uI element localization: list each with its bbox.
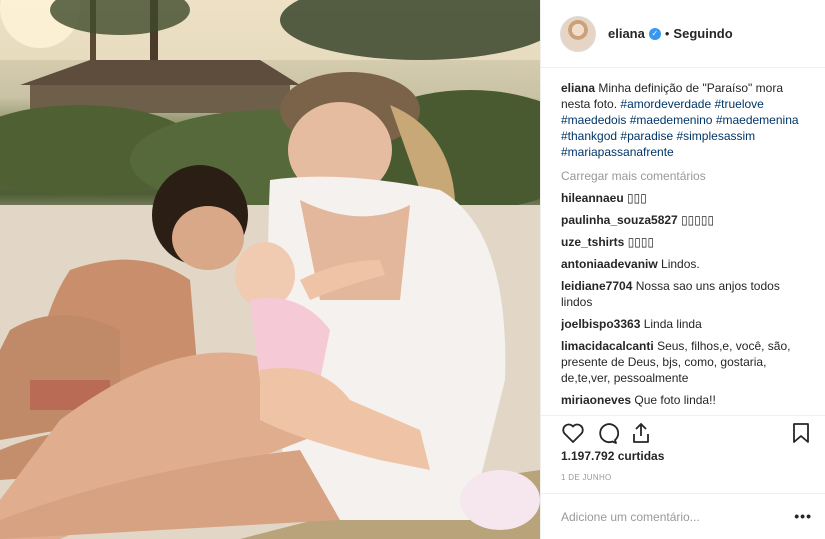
comment-item: leidiane7704 Nossa sao uns anjos todos l…	[561, 278, 811, 310]
hashtag-link[interactable]: #maededois	[561, 113, 626, 127]
comment-item: uze_tshirts ▯▯▯▯	[561, 234, 811, 250]
comment-username[interactable]: paulinha_souza5827	[561, 213, 678, 227]
post-sidebar: eliana ✓ • Seguindo eliana Minha definiç…	[540, 0, 825, 539]
likes-count[interactable]: 1.197.792 curtidas	[561, 449, 664, 463]
comment-text: Linda linda	[643, 317, 702, 331]
comment-text: ▯▯▯▯▯	[681, 213, 715, 227]
more-options-button[interactable]: •••	[794, 508, 812, 524]
heart-icon[interactable]	[561, 421, 585, 445]
instagram-post: eliana ✓ • Seguindo eliana Minha definiç…	[0, 0, 825, 539]
post-date: 1 DE JUNHO	[561, 473, 612, 482]
comment-item: paulinha_souza5827 ▯▯▯▯▯	[561, 212, 811, 228]
comment-input[interactable]	[561, 509, 771, 524]
hashtag-link[interactable]: #amordeverdade	[620, 97, 711, 111]
post-photo[interactable]	[0, 0, 540, 539]
hashtag-link[interactable]: #maedemenina	[716, 113, 799, 127]
add-comment-bar: •••	[541, 493, 825, 539]
comment-username[interactable]: limacidacalcanti	[561, 339, 654, 353]
hashtag-link[interactable]: #paradise	[620, 129, 673, 143]
comment-username[interactable]: hileannaeu	[561, 191, 624, 205]
hashtag-link[interactable]: #thankgod	[561, 129, 617, 143]
comment-item: joelbispo3363 Linda linda	[561, 316, 811, 332]
share-icon[interactable]	[629, 421, 653, 445]
comment-text: ▯▯▯	[627, 191, 647, 205]
comment-username[interactable]: leidiane7704	[561, 279, 632, 293]
hashtag-link[interactable]: #maedemenino	[630, 113, 713, 127]
hashtag-link[interactable]: #simplesassim	[676, 129, 755, 143]
action-bar	[541, 415, 825, 451]
comment-item: miriaoneves Que foto linda!!	[561, 392, 811, 408]
comment-username[interactable]: antoniaadevaniw	[561, 257, 658, 271]
comment-username[interactable]: miriaoneves	[561, 393, 631, 407]
load-more-comments-button[interactable]: Carregar mais comentários	[561, 168, 811, 184]
avatar[interactable]	[560, 15, 596, 52]
comment-text: ▯▯▯▯	[627, 235, 655, 249]
hashtag-link[interactable]: #truelove	[714, 97, 763, 111]
post-header: eliana ✓ • Seguindo	[541, 0, 825, 68]
hashtag-link[interactable]: #mariapassanafrente	[561, 145, 674, 159]
caption-username[interactable]: eliana	[561, 81, 595, 95]
comment-username[interactable]: uze_tshirts	[561, 235, 624, 249]
comment-icon[interactable]	[595, 421, 619, 445]
post-caption: eliana Minha definição de "Paraíso" mora…	[561, 80, 811, 160]
beach-photo-illustration	[0, 0, 540, 539]
verified-badge-icon: ✓	[648, 27, 661, 40]
header-separator: •	[664, 26, 670, 41]
following-button[interactable]: Seguindo	[673, 26, 732, 41]
header-username[interactable]: eliana	[608, 26, 645, 41]
comment-item: antoniaadevaniw Lindos.	[561, 256, 811, 272]
comments-list: eliana Minha definição de "Paraíso" mora…	[561, 80, 811, 410]
comment-item: hileannaeu ▯▯▯	[561, 190, 811, 206]
comment-text: Que foto linda!!	[634, 393, 716, 407]
comment-username[interactable]: joelbispo3363	[561, 317, 640, 331]
comment-item: limacidacalcanti Seus, filhos,e, você, s…	[561, 338, 811, 386]
comment-text: Lindos.	[661, 257, 700, 271]
bookmark-icon[interactable]	[789, 421, 813, 445]
